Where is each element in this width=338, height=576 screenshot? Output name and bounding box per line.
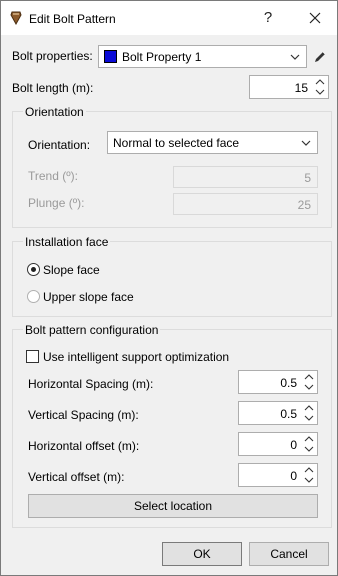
horizontal-offset-label: Horizontal offset (m): — [28, 439, 140, 453]
intelligent-optimization-checkbox[interactable] — [26, 350, 39, 363]
horizontal-offset-value: 0 — [290, 438, 297, 452]
trend-label: Trend (º): — [28, 169, 78, 183]
vertical-spacing-label: Vertical Spacing (m): — [28, 408, 139, 422]
edit-pencil-icon[interactable] — [312, 49, 328, 65]
select-location-button[interactable]: Select location — [28, 494, 318, 518]
bolt-properties-value: Bolt Property 1 — [122, 50, 202, 64]
plunge-label: Plunge (º): — [28, 196, 85, 210]
chevron-down-icon — [301, 140, 311, 146]
bolt-length-spinbox[interactable]: 15 — [249, 75, 329, 99]
orientation-group-title: Orientation — [23, 105, 86, 119]
vertical-offset-spinbox[interactable]: 0 — [238, 463, 318, 487]
bolt-color-swatch — [104, 50, 117, 63]
dialog-title: Edit Bolt Pattern — [29, 12, 116, 26]
upper-slope-face-radio[interactable] — [27, 290, 40, 303]
close-icon[interactable] — [301, 5, 329, 31]
vertical-offset-label: Vertical offset (m): — [28, 470, 125, 484]
upper-slope-face-label[interactable]: Upper slope face — [43, 290, 134, 304]
vertical-spacing-spinbox[interactable]: 0.5 — [238, 401, 318, 425]
bolt-app-icon — [10, 11, 22, 25]
help-button[interactable]: ? — [255, 5, 281, 31]
bolt-properties-dropdown[interactable]: Bolt Property 1 — [98, 45, 307, 68]
intelligent-optimization-label[interactable]: Use intelligent support optimization — [43, 350, 229, 364]
bolt-properties-label: Bolt properties: — [12, 49, 93, 63]
bolt-length-value: 15 — [294, 81, 308, 95]
trend-value: 5 — [304, 171, 311, 185]
cancel-button[interactable]: Cancel — [249, 542, 329, 566]
vertical-offset-value: 0 — [290, 469, 297, 483]
horizontal-spacing-value: 0.5 — [280, 376, 297, 390]
vertical-spacing-value: 0.5 — [280, 407, 297, 421]
chevron-down-icon — [290, 54, 300, 60]
installation-face-group-title: Installation face — [23, 235, 111, 249]
bolt-pattern-group-title: Bolt pattern configuration — [23, 323, 161, 337]
trend-input: 5 — [173, 166, 318, 188]
spin-arrows-icon[interactable] — [303, 465, 315, 485]
orientation-label: Orientation: — [28, 138, 91, 152]
slope-face-label[interactable]: Slope face — [43, 263, 100, 277]
title-bar: Edit Bolt Pattern ? — [1, 1, 337, 35]
bolt-length-label: Bolt length (m): — [12, 81, 94, 95]
spin-arrows-icon[interactable] — [303, 403, 315, 423]
installation-face-group — [12, 241, 332, 317]
spin-arrows-icon[interactable] — [303, 372, 315, 392]
horizontal-spacing-spinbox[interactable]: 0.5 — [238, 370, 318, 394]
plunge-value: 25 — [297, 198, 311, 212]
orientation-value: Normal to selected face — [113, 136, 240, 150]
plunge-input: 25 — [173, 193, 318, 215]
orientation-dropdown[interactable]: Normal to selected face — [107, 131, 318, 154]
spin-arrows-icon[interactable] — [303, 434, 315, 454]
ok-button[interactable]: OK — [162, 542, 242, 566]
horizontal-offset-spinbox[interactable]: 0 — [238, 432, 318, 456]
spin-arrows-icon[interactable] — [314, 77, 326, 97]
edit-bolt-pattern-dialog: Edit Bolt Pattern ? Bolt properties: Bol… — [0, 0, 338, 576]
horizontal-spacing-label: Horizontal Spacing (m): — [28, 377, 154, 391]
slope-face-radio[interactable] — [27, 263, 40, 276]
